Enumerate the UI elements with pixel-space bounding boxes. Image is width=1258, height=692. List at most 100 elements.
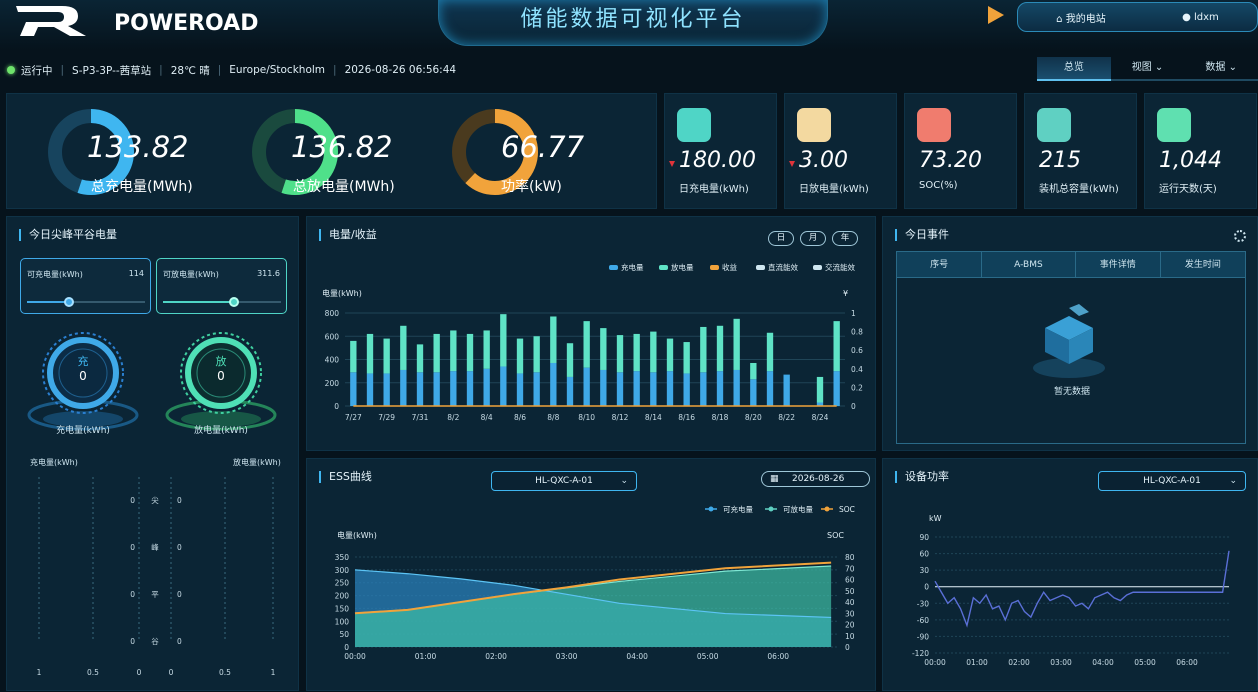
x-tick: 01:00 [415, 652, 437, 661]
weather: 28℃ 晴 [170, 64, 210, 77]
y-tick: 300 [335, 566, 350, 575]
bar-charge [716, 371, 724, 406]
col-bms: A-BMS [982, 252, 1076, 277]
my-station-link[interactable]: ⌂ 我的电站 [1056, 10, 1106, 25]
y-tick: -30 [917, 599, 929, 608]
events-header: 序号 A-BMS 事件详情 发生时间 [897, 252, 1245, 278]
y2-tick: 0.6 [851, 346, 863, 355]
total-discharge-stat: 136.82 总放电量(MWh) [247, 104, 427, 195]
bar-discharge [400, 325, 407, 370]
legend-label: 充电量 [621, 262, 644, 272]
empty-box-icon [1033, 304, 1105, 378]
down-arrow-icon [669, 161, 675, 167]
bar-charge [683, 373, 690, 406]
y-tick: 0 [334, 402, 339, 411]
month-button[interactable]: 月 [800, 231, 826, 246]
y-tick: 100 [335, 617, 350, 626]
energy-chart: 充电量 放电量 收益 直流能效 交流能效电量(kWh) ¥0 200 400 600 800 0 0.… [322, 262, 863, 422]
bar-charge [766, 371, 774, 406]
summary-panel: 133.82 总充电量(MWh) 136.82 总放电量(MWh) 66.77 … [6, 93, 657, 209]
x-tick: 8/24 [812, 413, 829, 422]
y2-tick: 70 [845, 564, 855, 573]
bar-charge [516, 373, 524, 406]
discharge-value-label: 0 [177, 496, 182, 505]
y2-tick: 20 [845, 621, 855, 630]
power-line [934, 550, 1230, 628]
discharge-value-label: 0 [177, 543, 182, 552]
tab-overview[interactable]: 总览 [1037, 57, 1111, 81]
settings-icon[interactable] [1234, 230, 1246, 242]
tick-label: 0 [169, 668, 174, 677]
ess-date-picker[interactable]: ▦ 2026-08-26 [761, 471, 870, 487]
status-bar: 运行中 | S-P3-3P--茜草站 | 28℃ 晴 | Europe/Stockho… [0, 58, 1030, 82]
chargeable-slider[interactable] [27, 297, 145, 307]
bar-charge [433, 372, 440, 406]
kpi-card: 3.00 日放电量(kWh) [784, 93, 897, 209]
user-box[interactable]: ⌂ 我的电站 ● ldxm [1017, 2, 1258, 32]
kpi-value: 1,044 [1159, 148, 1222, 173]
bar-discharge [433, 333, 440, 373]
y-tick: -60 [917, 616, 929, 625]
charge-ring-label: 充 [77, 355, 89, 368]
bar-charge [833, 371, 840, 406]
user-menu[interactable]: ● ldxm [1182, 12, 1219, 23]
bar-discharge [716, 325, 724, 372]
energy-title: 电量/收益 [319, 229, 377, 241]
bar-charge [350, 372, 357, 406]
y-tick: 200 [335, 592, 350, 601]
col-seq: 序号 [897, 252, 983, 277]
legend-swatch [756, 265, 765, 270]
bar-charge [616, 372, 624, 406]
y2-axis-title: SOC [827, 531, 844, 540]
peak-valley-chart: 1 0.5 0 0 0.5 1 0 0 尖 0 0 峰 0 0 平 0 0 谷 [37, 477, 276, 677]
legend-swatch [813, 265, 822, 270]
bar-charge [566, 376, 574, 406]
y-tick: 600 [325, 332, 340, 341]
bar-discharge [583, 321, 590, 368]
tab-view[interactable]: 视图 ⌄ [1110, 57, 1185, 81]
bar-charge [750, 379, 757, 406]
y2-tick: 1 [851, 309, 856, 318]
x-tick: 00:00 [924, 658, 946, 667]
play-icon[interactable] [988, 6, 1004, 24]
year-button[interactable]: 年 [832, 231, 858, 246]
legend-label: 放电量 [671, 262, 694, 272]
bar-charge [416, 372, 424, 406]
chevron-down-icon: ⌄ [620, 476, 628, 486]
dischargeable-slider[interactable] [163, 297, 281, 307]
poweroad-logo: POWEROAD [14, 2, 354, 38]
bar-discharge [616, 335, 624, 373]
bar-discharge [566, 343, 574, 377]
bar-charge [466, 371, 474, 406]
power-device-select[interactable]: HL-QXC-A-01 ⌄ [1098, 471, 1246, 491]
charge-ring-value: 0 [79, 369, 87, 383]
ess-device-select[interactable]: HL-QXC-A-01 ⌄ [491, 471, 637, 491]
total-charge-stat: 133.82 总充电量(MWh) [43, 104, 223, 195]
x-tick: 8/14 [645, 413, 662, 422]
bar-charge [733, 369, 740, 406]
total-discharge-value: 136.82 [291, 130, 393, 164]
bar-charge [400, 369, 407, 406]
bar-charge [583, 367, 590, 406]
legend-label: 收益 [722, 262, 737, 272]
charge-value-label: 0 [130, 590, 135, 599]
charge-icon [677, 108, 711, 142]
y2-tick: 0 [851, 402, 856, 411]
x-tick: 01:00 [966, 658, 988, 667]
x-tick: 06:00 [1176, 658, 1198, 667]
tab-data[interactable]: 数据 ⌄ [1184, 57, 1258, 81]
x-tick: 00:00 [344, 652, 366, 661]
kpi-label: 日放电量(kWh) [799, 184, 869, 195]
bar-charge [533, 372, 540, 406]
total-charge-value: 133.82 [87, 130, 189, 164]
bar-discharge [650, 331, 657, 373]
day-button[interactable]: 日 [768, 231, 794, 246]
tick-label: 0.5 [219, 668, 231, 677]
y2-tick: 80 [845, 553, 855, 562]
y-tick: 250 [335, 579, 350, 588]
y2-tick: 0.8 [851, 328, 863, 337]
charge-caption: 充电量(kWh) [56, 426, 110, 436]
events-panel: 今日事件 序号 A-BMS 事件详情 发生时间 暂无数据 [882, 216, 1258, 451]
x-tick: 03:00 [556, 652, 578, 661]
x-tick: 02:00 [485, 652, 507, 661]
